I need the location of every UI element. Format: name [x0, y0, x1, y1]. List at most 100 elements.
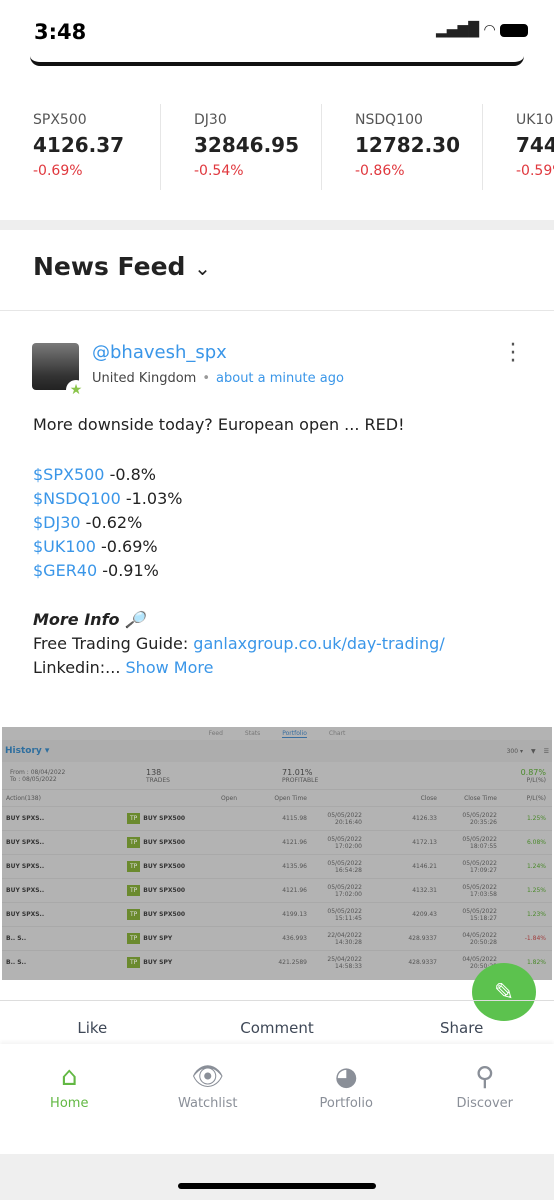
- tag-link[interactable]: $DJ30: [33, 513, 81, 532]
- tag-value: -0.69%: [95, 537, 158, 556]
- tp-badge: TP: [127, 885, 141, 896]
- image-cell: 22/04/2022 14:30:28: [327, 931, 362, 946]
- star-icon: ★: [66, 380, 86, 400]
- ticker-uk100[interactable]: UK100 7447 -0.59%: [483, 104, 554, 190]
- location: United Kingdom: [92, 371, 197, 386]
- more-options-icon[interactable]: · · ·: [506, 335, 520, 373]
- image-cell: 25/04/2022 14:58:33: [327, 955, 362, 970]
- tag-link[interactable]: $GER40: [33, 561, 97, 580]
- image-cell: 4126.33: [412, 815, 437, 822]
- image-label: TRADES: [146, 776, 170, 784]
- image-label: PROFITABLE: [282, 776, 319, 784]
- comment-button[interactable]: Comment: [185, 1001, 370, 1044]
- tag-link[interactable]: $NSDQ100: [33, 489, 121, 508]
- image-cell: 1.25%: [526, 887, 546, 894]
- tag-link[interactable]: $SPX500: [33, 465, 104, 484]
- image-tabs: Feed Stats Portfolio Chart: [2, 727, 552, 740]
- share-button[interactable]: Share: [369, 1001, 554, 1044]
- ticker-strip[interactable]: SPX500 4126.37 -0.69% DJ30 32846.95 -0.54% N…: [0, 96, 554, 220]
- timestamp[interactable]: about a minute ago: [216, 371, 344, 386]
- image-summary: From : 08/04/2022 To : 08/05/2022 138 TRAD…: [2, 762, 552, 790]
- image-cell: BUY SPXS..: [6, 815, 45, 822]
- ticker-name: DJ30: [194, 112, 227, 128]
- image-table-row: B.. S.. TP BUY SPY 421.2589 25/04/2022 14:58…: [2, 950, 552, 974]
- nav-label: Discover: [456, 1096, 514, 1111]
- image-cell: TP BUY SPX500: [127, 909, 237, 920]
- image-cell: 436.993: [282, 935, 307, 942]
- ticker-value: 4126.37: [33, 133, 125, 157]
- divider: [0, 220, 554, 230]
- tp-badge: TP: [127, 933, 141, 944]
- image-table-row: BUY SPXS.. TP BUY SPX500 4199.13 05/05/2022 …: [2, 902, 552, 926]
- ticker-change: -0.59%: [516, 163, 554, 179]
- image-cell: 428.9337: [408, 959, 437, 966]
- image-label: P/L(%): [526, 776, 546, 784]
- image-col: Close Time: [464, 794, 497, 802]
- ticker-nsdq100[interactable]: NSDQ100 12782.30 -0.86%: [322, 104, 483, 190]
- image-cell: 428.9337: [408, 935, 437, 942]
- tag-value: -0.8%: [104, 465, 156, 484]
- ticker-dj30[interactable]: DJ30 32846.95 -0.54%: [161, 104, 322, 190]
- username-link[interactable]: @bhavesh_spx: [92, 342, 227, 363]
- image-cell: 1.24%: [526, 863, 546, 870]
- home-icon: ⌂: [60, 1062, 78, 1092]
- image-cell: 4132.31: [412, 887, 437, 894]
- image-cell: TP BUY SPX500: [127, 813, 237, 824]
- image-table-body: BUY SPXS.. TP BUY SPX500 4115.98 05/05/2022 …: [2, 806, 552, 974]
- ticker-spx500[interactable]: SPX500 4126.37 -0.69%: [0, 104, 161, 190]
- image-cell: 4209.43: [412, 911, 437, 918]
- nav-portfolio[interactable]: ◕ Portfolio: [277, 1044, 416, 1154]
- post-image[interactable]: Feed Stats Portfolio Chart History ▾ 300 ▾ ▼ ☰…: [2, 727, 552, 980]
- ticker-value: 7447: [516, 133, 554, 157]
- image-table-row: B.. S.. TP BUY SPY 436.993 22/04/2022 14:30:…: [2, 926, 552, 950]
- image-cell: 05/05/2022 17:09:27: [462, 859, 497, 874]
- more-info: More Info 🔎: [33, 610, 146, 629]
- tp-badge: TP: [127, 861, 141, 872]
- image-cell: TP BUY SPX500: [127, 861, 237, 872]
- image-table-row: BUY SPXS.. TP BUY SPX500 4121.96 05/05/2022 …: [2, 830, 552, 854]
- nav-discover[interactable]: ⚲ Discover: [416, 1044, 554, 1154]
- image-table-row: BUY SPXS.. TP BUY SPX500 4135.96 05/05/2022 …: [2, 854, 552, 878]
- image-tab: Stats: [244, 730, 261, 737]
- tag-value: -0.91%: [97, 561, 159, 580]
- page-title: News Feed: [33, 252, 186, 281]
- image-cell: 05/05/2022 17:02:00: [327, 835, 362, 850]
- image-tab: Chart: [328, 730, 346, 737]
- image-col: Action(138): [6, 794, 41, 802]
- image-pl: 0.87%: [520, 767, 546, 777]
- home-indicator-area: [0, 1154, 554, 1200]
- home-indicator[interactable]: [178, 1183, 376, 1189]
- image-tab: Feed: [208, 730, 223, 737]
- image-cell: 05/05/2022 20:16:40: [327, 811, 362, 826]
- nav-home[interactable]: ⌂ Home: [0, 1044, 139, 1154]
- nav-watchlist[interactable]: 👁 Watchlist: [139, 1044, 278, 1154]
- image-profitable: 71.01%: [282, 767, 313, 777]
- news-feed-dropdown[interactable]: News Feed ⌄: [33, 252, 211, 281]
- image-cell: 4146.21: [412, 863, 437, 870]
- post-meta: United Kingdom • about a minute ago: [92, 371, 344, 386]
- image-tab: Portfolio: [282, 729, 307, 738]
- like-button[interactable]: Like: [0, 1001, 185, 1044]
- nav-label: Home: [50, 1096, 89, 1111]
- ticker-name: UK100: [516, 112, 554, 128]
- image-cell: 4115.98: [282, 815, 307, 822]
- image-cell: BUY SPXS..: [6, 839, 45, 846]
- image-history: History ▾: [5, 746, 50, 756]
- tag-link[interactable]: $UK100: [33, 537, 96, 556]
- image-cell: 05/05/2022 20:35:26: [462, 811, 497, 826]
- image-count: 300 ▾: [506, 747, 523, 755]
- tp-badge: TP: [127, 957, 141, 968]
- tag-value: -0.62%: [80, 513, 143, 532]
- image-cell: 1.25%: [526, 815, 546, 822]
- image-trades: 138: [146, 767, 162, 777]
- guide-link[interactable]: ganlaxgroup.co.uk/day-trading/: [193, 634, 444, 653]
- nav-label: Portfolio: [319, 1096, 373, 1111]
- image-cell: 05/05/2022 16:54:28: [327, 859, 362, 874]
- image-cell: 4199.13: [282, 911, 307, 918]
- image-cell: 1.23%: [526, 911, 546, 918]
- search-icon: ⚲: [475, 1062, 495, 1092]
- ticker-change: -0.69%: [33, 163, 83, 179]
- tp-badge: TP: [127, 909, 141, 920]
- image-cell: TP BUY SPX500: [127, 837, 237, 848]
- show-more-link[interactable]: Show More: [126, 658, 214, 677]
